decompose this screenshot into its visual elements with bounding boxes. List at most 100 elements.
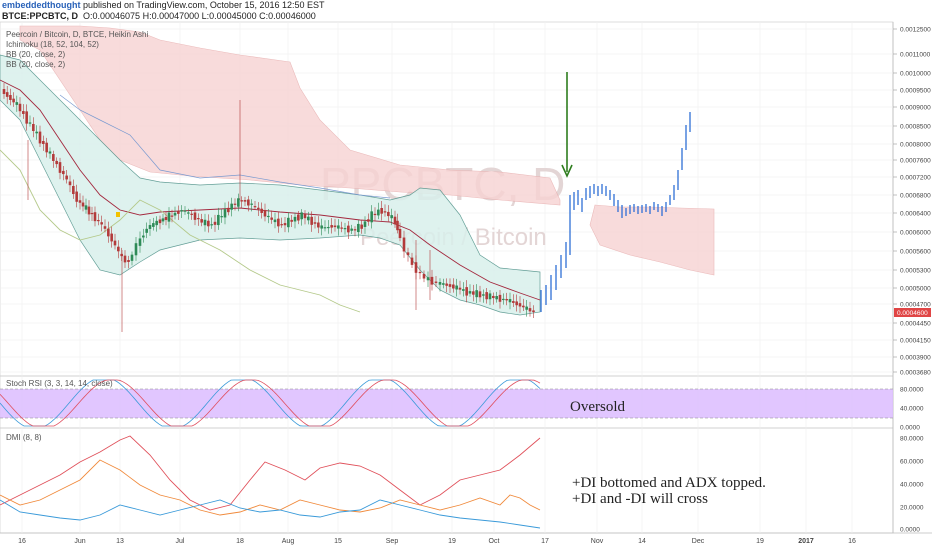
time-tick-label: 15 <box>334 538 342 545</box>
stoch-title: Stoch RSI (3, 3, 14, 14, close) <box>6 379 113 388</box>
candle-body <box>93 212 97 222</box>
candle-body <box>495 296 498 300</box>
candle-body <box>217 214 220 226</box>
candle-body <box>230 203 233 210</box>
candle-body <box>187 212 190 214</box>
candle-body <box>161 218 165 222</box>
candle-body <box>485 292 488 300</box>
candle-body <box>347 225 350 233</box>
price-tick-label: 0.0012500 <box>900 27 931 34</box>
candle-body <box>426 277 430 281</box>
candle-body <box>28 122 32 124</box>
candle-body <box>25 111 28 124</box>
price-tick-label: 0.0003900 <box>900 355 931 362</box>
candle-body <box>406 252 410 256</box>
candle-body <box>152 223 155 227</box>
candle-body <box>445 283 448 286</box>
candle-body <box>333 225 337 228</box>
candle-body <box>367 219 370 222</box>
time-axis: 16 Jun 13 Jul 18 Aug 15 Sep 19 Oct 17 Nov 14 Dec 19 201… <box>18 538 856 545</box>
price-axis: 0.0012500 0.0011000 0.0010000 0.0009500 0.00… <box>893 27 931 377</box>
candle-body <box>273 219 277 223</box>
price-tick-label: 0.0005600 <box>900 249 931 256</box>
candle-body <box>508 299 512 303</box>
candle-body <box>532 310 535 313</box>
candle-body <box>482 294 485 296</box>
candle-body <box>18 103 22 112</box>
candle-body <box>42 140 45 145</box>
candle-body <box>307 216 310 221</box>
candle-body <box>134 243 138 256</box>
minus-di-line <box>0 459 541 516</box>
candle-body <box>525 306 528 310</box>
candle-body <box>327 226 330 229</box>
candle-body <box>297 214 300 221</box>
candle-body <box>373 213 377 216</box>
price-tick-label: 0.0008000 <box>900 142 931 149</box>
candle-body <box>58 162 62 173</box>
candle-body <box>320 225 323 229</box>
candle-body <box>127 260 130 262</box>
time-tick-label: Nov <box>591 538 604 545</box>
candle-body <box>393 216 397 225</box>
candle-body <box>155 220 158 226</box>
candle-body <box>515 301 518 306</box>
candle-body <box>97 219 100 222</box>
price-tick-label: 0.0007200 <box>900 175 931 182</box>
candle-body <box>240 200 243 202</box>
candle-body <box>434 281 438 283</box>
candle-body <box>158 219 162 224</box>
candle-body <box>32 123 35 132</box>
dmi-tick-label: 40.0000 <box>900 482 924 489</box>
time-tick-label: 18 <box>236 538 244 545</box>
candle-body <box>418 271 422 274</box>
stoch-tick-label: 80.0000 <box>900 387 924 394</box>
oversold-zone <box>0 389 893 418</box>
price-tick-label: 0.0006000 <box>900 230 931 237</box>
candle-body <box>113 240 117 246</box>
candle-body <box>478 291 482 298</box>
plus-di-line <box>0 499 541 529</box>
candle-body <box>498 294 502 302</box>
candle-body <box>512 301 515 303</box>
candle-body <box>5 92 9 97</box>
candle-body <box>200 219 203 223</box>
candle-body <box>223 209 227 218</box>
candle-body <box>458 287 462 290</box>
price-tick-label: 0.0003680 <box>900 370 931 377</box>
candle-body <box>9 95 12 100</box>
chart-canvas[interactable]: PPCBTC, D Peercoin / Bitcoin Peercoin / … <box>0 0 932 550</box>
time-tick-label: Jul <box>176 538 185 545</box>
price-tick-label: 0.0006400 <box>900 211 931 218</box>
time-tick-label: Oct <box>489 538 500 545</box>
candle-body <box>68 181 72 186</box>
candle-body <box>475 290 478 298</box>
candle-body <box>227 207 230 213</box>
candle-body <box>287 217 290 228</box>
candle-body <box>87 206 91 215</box>
candle-body <box>502 298 505 301</box>
candle-body <box>48 151 52 154</box>
candle-body <box>357 223 360 233</box>
last-price-text: 0.0004600 <box>897 310 928 317</box>
candle-body <box>257 207 260 210</box>
candle-body <box>190 213 193 215</box>
time-tick-label: Aug <box>282 538 295 545</box>
candle-body <box>442 283 445 285</box>
candle-body <box>290 219 293 222</box>
candle-body <box>283 223 287 226</box>
candle-body <box>81 202 85 207</box>
time-tick-label: Dec <box>692 538 705 545</box>
candle-body <box>103 226 107 229</box>
candle-body <box>170 215 174 217</box>
stoch-tick-label: 0.0000 <box>900 425 920 432</box>
candle-body <box>180 210 183 212</box>
candle-body <box>210 224 213 226</box>
candle-body <box>237 198 240 207</box>
time-tick-label: 14 <box>638 538 646 545</box>
candle-body <box>390 215 393 219</box>
dmi-title: DMI (8, 8) <box>6 433 42 442</box>
candle-body <box>455 285 458 290</box>
candle-body <box>207 220 210 227</box>
candle-body <box>300 212 303 220</box>
